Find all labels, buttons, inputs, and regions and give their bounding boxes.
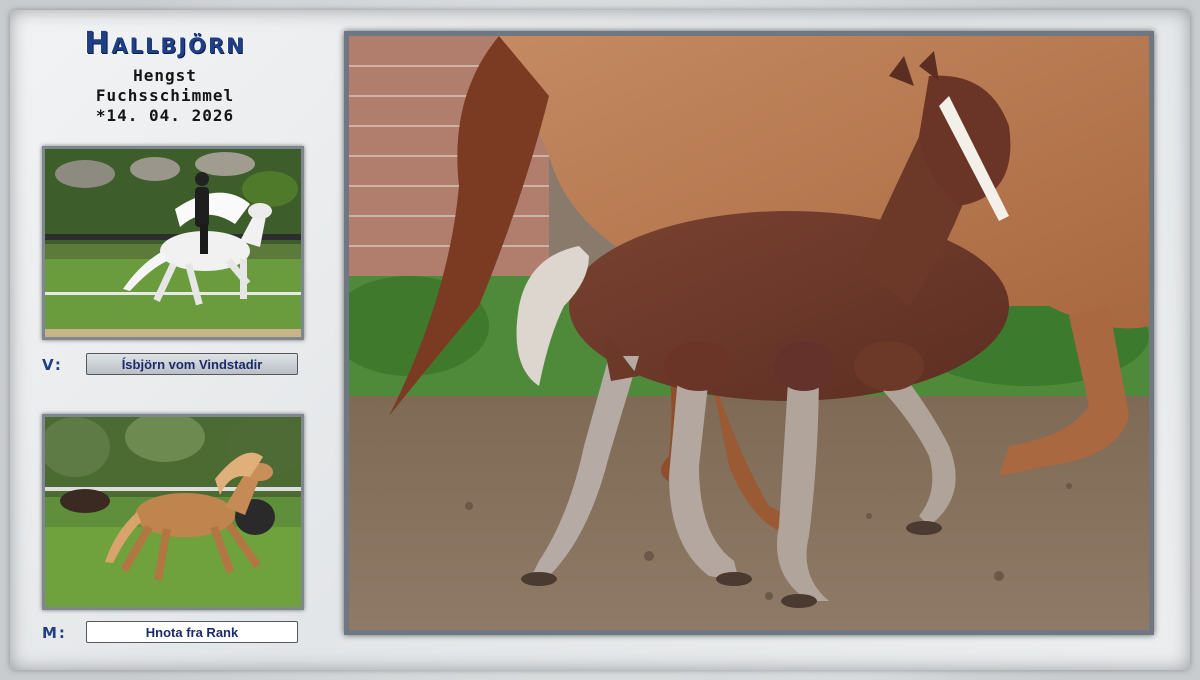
sire-name: Ísbjörn vom Vindstadir	[86, 353, 298, 375]
sire-label: V:	[42, 356, 63, 374]
main-photo-foal	[344, 31, 1154, 635]
horse-birth-date: *14. 04. 2026	[95, 106, 235, 125]
horse-color: Fuchsschimmel	[95, 86, 235, 105]
dam-name: Hnota fra Rank	[86, 621, 298, 643]
horse-name: Hallbjörn	[84, 26, 246, 61]
dam-photo	[42, 414, 304, 610]
dam-label: M:	[42, 624, 67, 642]
sire-photo	[42, 146, 304, 340]
horse-sex: Hengst	[133, 66, 197, 85]
